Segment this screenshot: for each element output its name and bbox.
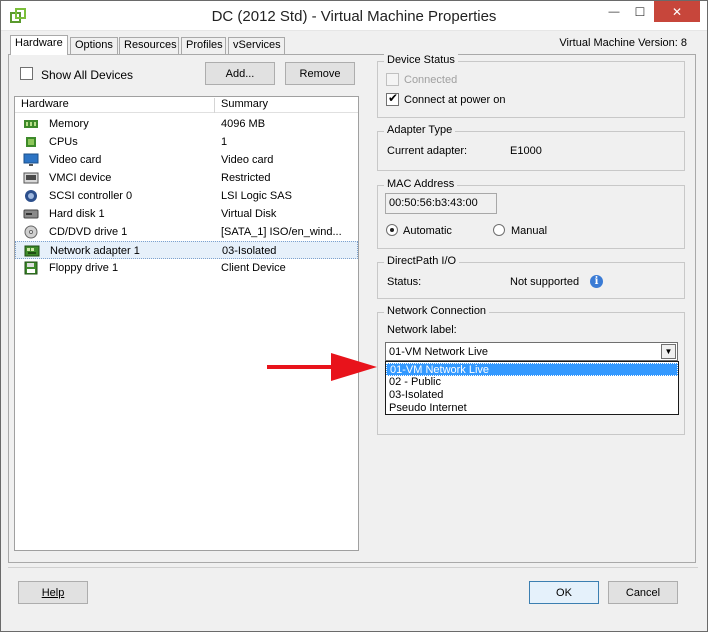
hard-disk-icon [23,209,39,219]
table-row[interactable]: Video card Video card [15,151,358,169]
maximize-button[interactable]: ☐ [627,1,653,22]
connect-at-power-on-label: Connect at power on [404,94,506,106]
cd-dvd-icon [24,225,38,239]
device-name: VMCI device [49,172,112,184]
dropdown-option[interactable]: Pseudo Internet [386,402,678,415]
device-summary: 4096 MB [221,118,266,130]
device-status-legend: Device Status [384,54,458,66]
current-adapter-label: Current adapter: [387,145,468,157]
device-summary: Restricted [221,172,271,184]
table-row[interactable]: CD/DVD drive 1 [SATA_1] ISO/en_wind... [15,223,358,241]
table-row[interactable]: SCSI controller 0 LSI Logic SAS [15,187,358,205]
column-header-hardware[interactable]: Hardware [15,98,215,113]
footer-separator [8,567,698,568]
floppy-icon [24,261,38,275]
minimize-icon: — [608,5,620,18]
mac-address-legend: MAC Address [384,178,458,190]
directpath-legend: DirectPath I/O [384,255,460,267]
remove-device-button[interactable]: Remove [285,62,355,85]
device-summary: Video card [221,154,274,166]
device-name: CPUs [49,136,78,148]
tab-vservices[interactable]: vServices [228,37,285,54]
dropdown-option[interactable]: 03-Isolated [386,389,678,402]
device-summary: Virtual Disk [221,208,277,220]
device-name: Video card [49,154,102,166]
mac-automatic-radio[interactable] [386,224,398,236]
connect-at-power-on-checkbox[interactable]: ✔ [386,91,399,106]
device-summary: LSI Logic SAS [221,190,292,202]
device-summary: [SATA_1] ISO/en_wind... [221,226,342,238]
radio-selected-dot [390,228,394,232]
directpath-status-value: Not supported [510,276,580,288]
tab-hardware[interactable]: Hardware [10,35,68,55]
device-name: Memory [49,118,89,130]
add-device-button[interactable]: Add... [205,62,275,85]
network-connection-legend: Network Connection [384,305,490,317]
close-icon: ✕ [671,4,683,19]
network-label-selected-value: 01-VM Network Live [389,346,489,358]
device-name: Hard disk 1 [49,208,105,220]
show-all-devices-checkbox[interactable] [20,67,33,80]
table-row-selected[interactable]: Network adapter 1 03-Isolated [15,241,358,259]
dropdown-option[interactable]: 01-VM Network Live [386,363,678,376]
show-all-devices-label: Show All Devices [41,68,134,82]
checkmark-icon: ✔ [388,91,399,105]
scsi-icon [25,190,37,202]
table-row[interactable]: VMCI device Restricted [15,169,358,187]
ok-button[interactable]: OK [529,581,599,604]
info-icon[interactable]: i [590,275,603,288]
title-bar[interactable]: DC (2012 Std) - Virtual Machine Properti… [1,1,707,31]
directpath-status-label: Status: [387,276,422,288]
mac-manual-radio[interactable] [493,224,505,236]
device-name: SCSI controller 0 [49,190,133,202]
vm-version-label: Virtual Machine Version: 8 [559,37,687,49]
device-summary: 1 [221,136,228,148]
network-label-dropdown-list: 01-VM Network Live 02 - Public 03-Isolat… [385,361,679,415]
cpu-icon [26,137,36,147]
table-row[interactable]: CPUs 1 [15,133,358,151]
device-status-group: Device Status [377,54,685,118]
tab-profiles[interactable]: Profiles [181,37,226,54]
vmci-icon [23,172,39,184]
device-name: CD/DVD drive 1 [49,226,128,238]
device-summary: 03-Isolated [222,245,277,257]
dropdown-option[interactable]: 02 - Public [386,376,678,389]
device-name: Floppy drive 1 [49,262,119,274]
vm-properties-window: DC (2012 Std) - Virtual Machine Properti… [0,0,708,632]
maximize-icon: ☐ [634,4,646,19]
cancel-button[interactable]: Cancel [608,581,678,604]
mac-automatic-label: Automatic [403,225,452,237]
help-button-label: Help [41,586,65,599]
monitor-icon [23,153,39,166]
tab-resources[interactable]: Resources [119,37,179,54]
chevron-down-icon[interactable]: ▼ [661,344,676,359]
column-header-summary[interactable]: Summary [215,98,360,113]
tab-options[interactable]: Options [70,37,118,54]
connected-checkbox[interactable] [386,73,399,86]
close-button[interactable]: ✕ [654,1,700,22]
network-adapter-icon [24,245,40,257]
device-name: Network adapter 1 [50,245,140,257]
red-arrow-annotation [267,353,377,381]
network-label-caption: Network label: [387,324,457,336]
adapter-type-legend: Adapter Type [384,124,456,136]
mac-address-field[interactable]: 00:50:56:b3:43:00 [385,193,497,214]
device-table: Hardware Summary Memory 4096 MB CPUs 1 V… [14,96,359,551]
mac-manual-label: Manual [511,225,548,237]
connected-label: Connected [404,74,458,86]
table-row[interactable]: Memory 4096 MB [15,115,358,133]
minimize-button[interactable]: — [601,1,627,22]
network-label-select[interactable]: 01-VM Network Live ▼ [385,342,678,361]
table-header: Hardware Summary [15,97,358,113]
table-row[interactable]: Hard disk 1 Virtual Disk [15,205,358,223]
table-row[interactable]: Floppy drive 1 Client Device [15,259,358,277]
device-summary: Client Device [221,262,286,274]
current-adapter-value: E1000 [510,145,542,157]
memory-icon [24,120,38,128]
help-button[interactable]: Help [18,581,88,604]
